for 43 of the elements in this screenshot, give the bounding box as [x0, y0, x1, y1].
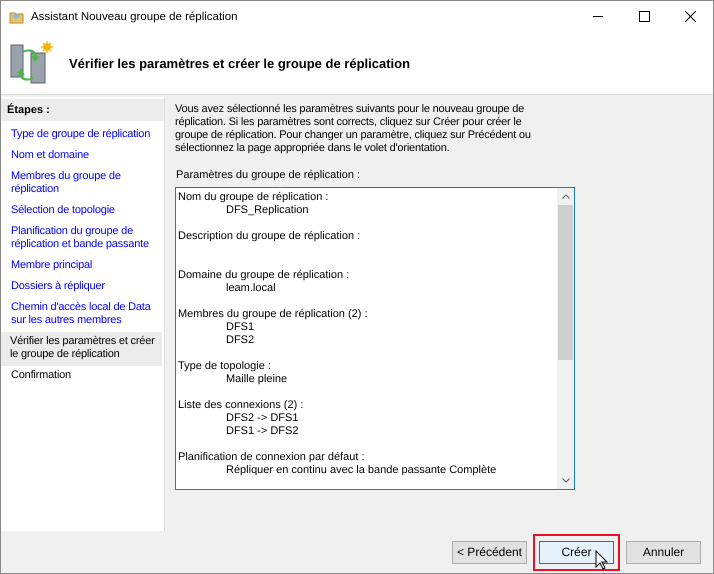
setting-value: Maille pleine	[225, 373, 288, 386]
scroll-thumb[interactable]	[558, 205, 573, 360]
scroll-up-icon[interactable]	[562, 194, 570, 199]
setting-heading: Description du groupe de réplication :	[178, 230, 362, 243]
page-title: Vérifier les paramètres et créer le groupe de réplication	[69, 56, 410, 70]
folder-icon	[9, 10, 25, 24]
setting-heading: Nom du groupe de réplication :	[178, 191, 330, 204]
setting-value: DFS2	[225, 334, 256, 347]
server-sync-icon	[9, 41, 53, 85]
wizard-button[interactable]: Créer	[539, 540, 614, 564]
setting-value: Répliquer en continu avec la bande passante Complète	[225, 464, 498, 477]
step-item: Confirmation	[10, 368, 72, 383]
setting-heading: Type de topologie :	[178, 360, 272, 373]
step-link[interactable]: Chemin d'accès local de Data sur les autres membres	[1, 298, 162, 332]
wizard-button[interactable]: < Précédent	[452, 540, 527, 564]
scroll-down-icon[interactable]	[562, 478, 570, 483]
scrollbar[interactable]	[557, 188, 574, 489]
step-link[interactable]: Nom et domaine	[1, 146, 162, 167]
maximize-icon[interactable]	[638, 11, 650, 22]
setting-value: DFS1 -> DFS2	[225, 425, 300, 438]
cursor-icon	[595, 550, 608, 570]
step-link[interactable]: Dossiers à répliquer	[1, 277, 162, 298]
step-link[interactable]: Membre principal	[1, 256, 162, 277]
settings-label: Paramètres du groupe de réplication :	[175, 169, 362, 181]
wizard-button[interactable]: Annuler	[626, 540, 701, 564]
setting-heading: Liste des connexions (2) :	[178, 399, 304, 412]
step-link[interactable]: Planification du groupe de réplication et bande passante	[1, 222, 162, 256]
step-link[interactable]: Type de groupe de réplication	[1, 125, 162, 146]
steps-heading: Étapes :	[1, 99, 164, 121]
setting-value: leam.local	[225, 282, 277, 295]
setting-heading: Domaine du groupe de réplication :	[178, 269, 350, 282]
setting-heading: Planification de connexion par défaut :	[178, 451, 366, 464]
settings-text-area[interactable]	[175, 187, 575, 490]
setting-value: DFS1	[225, 321, 256, 334]
step-link[interactable]: Sélection de topologie	[1, 201, 162, 222]
intro-text: Vous avez sélectionné les paramètres suivants pour le nouveau groupe de réplication. Si les paramètres sont corrects, cliquez sur Créer pour créer le groupe de réplication. Pour changer un paramètre, cliquez sur Précédent ou sélectionnez la page appropriée dans le volet d'orientation.	[175, 103, 532, 155]
step-link[interactable]: Membres du groupe de réplication	[1, 167, 162, 201]
window-title: Assistant Nouveau groupe de réplication	[31, 10, 238, 22]
setting-value: DFS_Replication	[225, 204, 310, 217]
close-icon[interactable]	[684, 11, 696, 22]
setting-heading: Membres du groupe de réplication (2) :	[178, 308, 369, 321]
step-item[interactable]: Vérifier les paramètres et créer le groupe de réplication	[1, 332, 162, 366]
setting-value: DFS2 -> DFS1	[225, 412, 300, 425]
